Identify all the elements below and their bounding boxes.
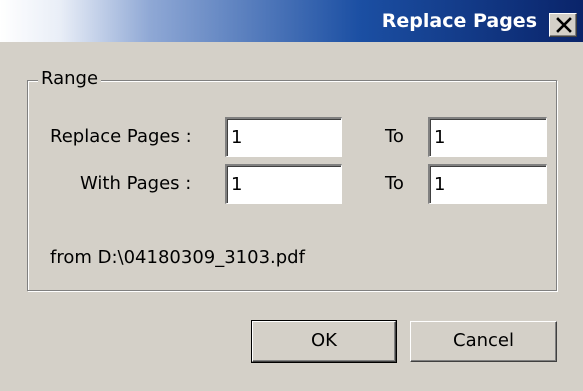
with-to-input[interactable] [428,164,547,204]
replace-pages-dialog: Replace Pages Range Replace Pages : To W… [0,0,583,391]
with-from-input[interactable] [225,164,342,204]
ok-button[interactable]: OK [251,320,397,363]
close-icon [556,17,572,33]
window-title: Replace Pages [381,10,537,32]
replace-from-input[interactable] [225,117,342,157]
source-file-text: from D:\04180309_3103.pdf [50,247,305,268]
cancel-button[interactable]: Cancel [410,321,557,362]
close-button[interactable] [549,13,577,37]
range-legend: Range [38,67,102,91]
replace-pages-label: Replace Pages : [50,126,192,147]
replace-to-label: To [385,126,404,147]
with-pages-label: With Pages : [80,173,192,194]
with-to-label: To [385,173,404,194]
title-bar[interactable]: Replace Pages [0,0,583,42]
replace-to-input[interactable] [428,117,547,157]
